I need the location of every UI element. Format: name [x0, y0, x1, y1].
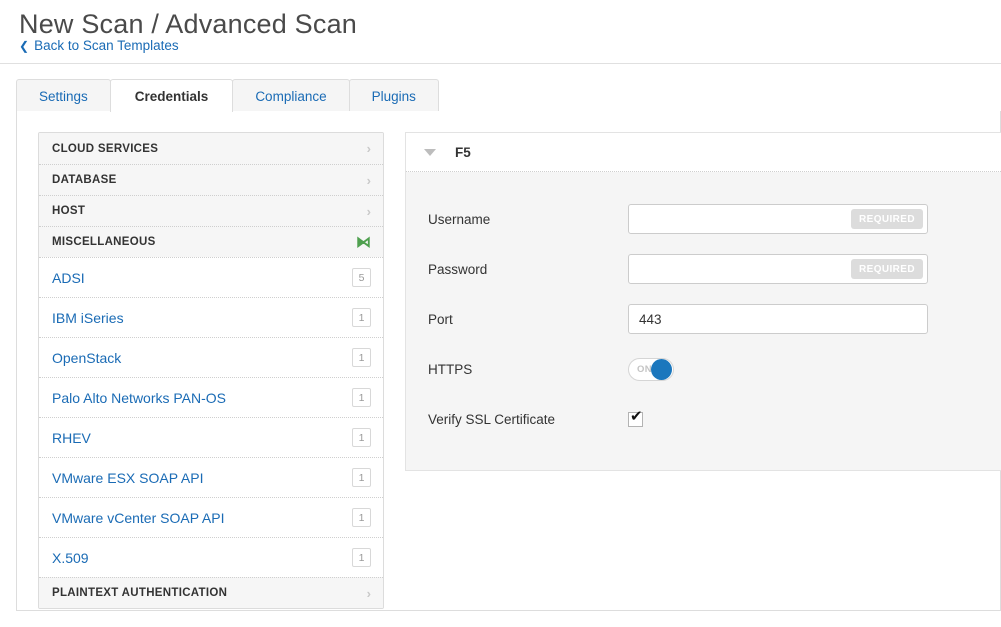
tab-compliance[interactable]: Compliance	[232, 79, 350, 112]
list-item[interactable]: VMware ESX SOAP API 1	[39, 457, 383, 497]
category-cloud-services[interactable]: CLOUD SERVICES ›	[39, 133, 383, 164]
category-plaintext-authentication[interactable]: PLAINTEXT AUTHENTICATION ›	[39, 577, 383, 608]
chevron-right-icon: ›	[366, 585, 371, 601]
chevron-down-icon: ⧑	[356, 233, 371, 251]
back-link-label: Back to Scan Templates	[34, 38, 179, 53]
tab-settings[interactable]: Settings	[16, 79, 111, 112]
credential-count-badge: 1	[352, 468, 371, 487]
chevron-right-icon: ›	[366, 172, 371, 188]
scan-credentials-page: New Scan / Advanced Scan ❮ Back to Scan …	[0, 0, 1001, 627]
credential-type-label: Palo Alto Networks PAN-OS	[52, 389, 227, 406]
username-input-wrap: REQUIRED	[628, 204, 928, 234]
form-row-username: Username REQUIRED	[406, 194, 1001, 244]
check-icon: ✔	[630, 407, 643, 425]
port-input-wrap	[628, 304, 928, 334]
tab-bar: Settings Credentials Compliance Plugins	[16, 79, 439, 112]
port-input[interactable]	[628, 304, 928, 334]
form-row-verify-ssl: Verify SSL Certificate ✔	[406, 394, 1001, 444]
credential-count-badge: 1	[352, 388, 371, 407]
credential-detail-panel: F5 Username REQUIRED Password REQUIRED P…	[405, 132, 1001, 471]
verify-ssl-checkbox[interactable]: ✔	[628, 407, 643, 427]
credential-type-label: VMware vCenter SOAP API	[52, 509, 225, 526]
category-label: PLAINTEXT AUTHENTICATION	[52, 587, 228, 599]
triangle-down-icon	[424, 148, 436, 156]
list-item[interactable]: VMware vCenter SOAP API 1	[39, 497, 383, 537]
category-miscellaneous[interactable]: MISCELLANEOUS ⧑	[39, 226, 383, 257]
list-item[interactable]: X.509 1	[39, 537, 383, 577]
detail-collapse-header[interactable]: F5	[406, 133, 1001, 172]
credential-type-label: VMware ESX SOAP API	[52, 469, 204, 486]
username-label: Username	[428, 211, 491, 227]
page-header: New Scan / Advanced Scan ❮ Back to Scan …	[0, 0, 1001, 64]
back-to-scan-templates-link[interactable]: ❮ Back to Scan Templates	[19, 38, 179, 53]
category-label: DATABASE	[52, 174, 117, 186]
category-label: CLOUD SERVICES	[52, 142, 159, 155]
category-label: HOST	[52, 205, 86, 217]
credential-count-badge: 1	[352, 348, 371, 367]
https-label: HTTPS	[428, 361, 473, 377]
verify-ssl-label: Verify SSL Certificate	[428, 411, 556, 427]
detail-title: F5	[455, 144, 471, 160]
list-item[interactable]: OpenStack 1	[39, 337, 383, 377]
credential-type-label: RHEV	[52, 429, 91, 446]
form-row-https: HTTPS ON	[406, 344, 1001, 394]
page-title: New Scan / Advanced Scan	[19, 9, 358, 39]
password-input-wrap: REQUIRED	[628, 254, 928, 284]
credential-type-label: IBM iSeries	[52, 309, 124, 326]
credential-count-badge: 1	[352, 508, 371, 527]
username-input[interactable]	[628, 204, 928, 234]
list-item[interactable]: ADSI 5	[39, 257, 383, 297]
tab-plugins[interactable]: Plugins	[348, 79, 439, 112]
credential-count-badge: 5	[352, 268, 371, 287]
password-input[interactable]	[628, 254, 928, 284]
list-item[interactable]: Palo Alto Networks PAN-OS 1	[39, 377, 383, 417]
password-label: Password	[428, 261, 488, 277]
credential-category-list: CLOUD SERVICES › DATABASE › HOST › MISCE…	[38, 132, 384, 609]
chevron-right-icon: ›	[366, 141, 371, 156]
category-label: MISCELLANEOUS	[52, 236, 156, 248]
credential-count-badge: 1	[352, 428, 371, 447]
form-row-password: Password REQUIRED	[406, 244, 1001, 294]
credential-count-badge: 1	[352, 548, 371, 567]
list-item[interactable]: IBM iSeries 1	[39, 297, 383, 337]
credential-form: Username REQUIRED Password REQUIRED Port	[406, 172, 1001, 470]
category-host[interactable]: HOST ›	[39, 195, 383, 226]
credential-count-badge: 1	[352, 308, 371, 327]
credential-type-label: X.509	[52, 549, 89, 566]
toggle-knob	[651, 358, 672, 380]
chevron-left-icon: ❮	[19, 38, 30, 53]
port-label: Port	[428, 311, 453, 327]
form-row-port: Port	[406, 294, 1001, 344]
list-item[interactable]: RHEV 1	[39, 417, 383, 457]
https-toggle[interactable]: ON	[628, 357, 674, 381]
https-toggle-state: ON	[637, 363, 652, 375]
credential-type-label: OpenStack	[52, 349, 122, 366]
category-database[interactable]: DATABASE ›	[39, 164, 383, 195]
credential-type-label: ADSI	[52, 269, 85, 286]
chevron-right-icon: ›	[366, 203, 371, 219]
tab-credentials[interactable]: Credentials	[109, 79, 234, 112]
